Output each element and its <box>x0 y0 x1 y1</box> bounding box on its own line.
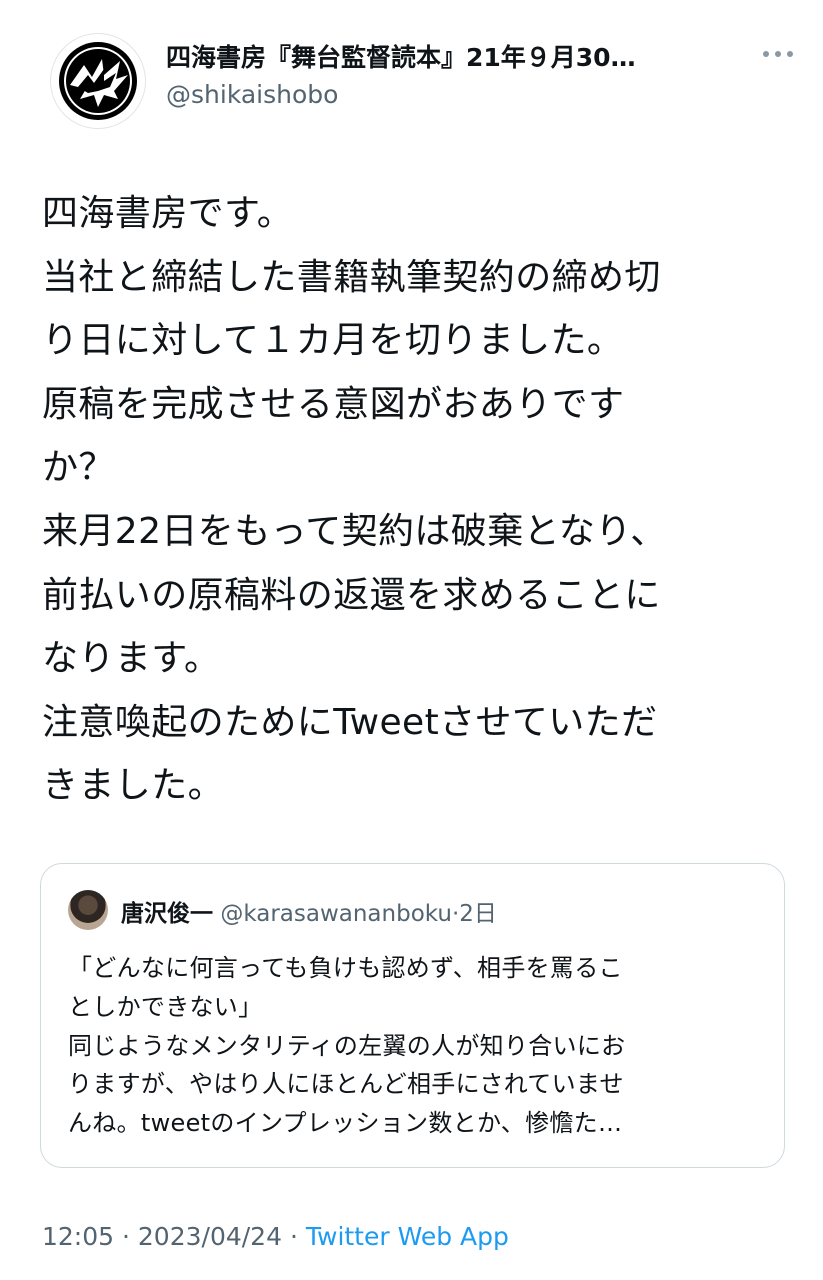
tweet-time[interactable]: 12:05 <box>42 1222 114 1251</box>
quoted-line: りますが、やはり人にほとんど相手にされていませ <box>68 1070 624 1099</box>
tweet-text: 四海書房です。 当社と締結した書籍執筆契約の締め切 り日に対して１カ月を切りまし… <box>42 182 792 818</box>
quoted-tweet-text: 「どんなに何言っても負けも認めず、相手を罵るこ としかできない」 同じようなメン… <box>68 949 768 1143</box>
quoted-author-handle: @karasawananboku <box>220 901 452 927</box>
tweet-meta: 12:05 · 2023/04/24 · Twitter Web App <box>42 1222 509 1251</box>
quoted-tweet-header: 唐沢俊一 @karasawananboku·2日 <box>121 894 497 928</box>
tweet-source-link[interactable]: Twitter Web App <box>306 1222 509 1251</box>
author-avatar[interactable] <box>50 33 146 129</box>
tweet-line: り日に対して１カ月を切りました。 <box>42 320 624 362</box>
quoted-author-name: 唐沢俊一 <box>121 901 213 927</box>
tweet-line: なります。 <box>42 638 221 680</box>
tweet-line: 来月22日をもって契約は破棄となり、 <box>42 510 667 552</box>
quoted-line: 同じようなメンタリティの左翼の人が知り合いにお <box>68 1031 626 1060</box>
author-handle[interactable]: @shikaishobo <box>166 80 338 109</box>
tweet-line: 四海書房です。 <box>42 193 294 234</box>
more-horizontal-icon[interactable] <box>758 42 798 66</box>
tweet-line: 原稿を完成させる意図がおありです <box>42 383 625 425</box>
quoted-line: んね。tweetのインプレッション数とか、惨憺た… <box>68 1109 623 1138</box>
crow-logo-icon <box>59 42 137 120</box>
tweet-line: きました。 <box>42 765 225 807</box>
meta-separator: · <box>289 1222 298 1251</box>
author-display-name[interactable]: 四海書房『舞台監督読本』21年９月30… <box>166 38 726 74</box>
quoted-tweet-card[interactable]: 唐沢俊一 @karasawananboku·2日 「どんなに何言っても負けも認め… <box>40 863 785 1168</box>
tweet-date[interactable]: 2023/04/24 <box>138 1222 282 1251</box>
more-dot <box>775 51 781 57</box>
quoted-time: 2日 <box>459 901 497 927</box>
tweet-line: 当社と締結した書籍執筆契約の締め切 <box>42 256 661 298</box>
quoted-line: としかできない」 <box>68 992 263 1021</box>
quoted-author-avatar <box>68 890 108 930</box>
tweet-line: か？ <box>42 447 115 489</box>
more-dot <box>787 51 793 57</box>
more-dot <box>763 51 769 57</box>
meta-separator: · <box>122 1222 130 1251</box>
tweet-line: 前払いの原稿料の返還を求めることに <box>42 574 661 616</box>
quoted-line: 「どんなに何言っても負けも認めず、相手を罵るこ <box>68 954 623 982</box>
tweet-line: 注意喚起のためにTweetさせていただ <box>42 701 658 743</box>
